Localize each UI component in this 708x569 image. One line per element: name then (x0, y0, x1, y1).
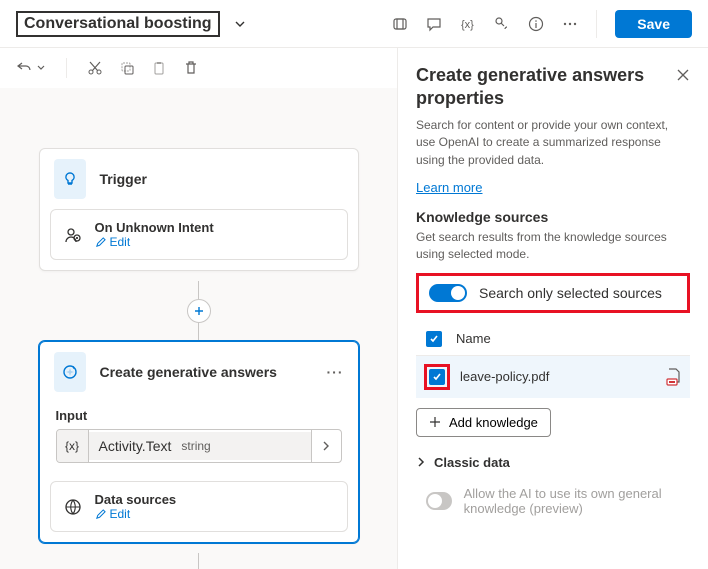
person-icon (63, 225, 83, 245)
connector-line (198, 553, 199, 569)
paste-icon[interactable] (151, 60, 167, 76)
info-icon[interactable] (528, 16, 544, 32)
data-sources-title: Data sources (95, 492, 177, 507)
variable-icon: {x} (57, 430, 89, 462)
copy-icon[interactable] (119, 60, 135, 76)
input-type: string (181, 439, 210, 453)
source-checkbox[interactable] (429, 369, 445, 385)
plus-icon (429, 416, 441, 428)
edit-link[interactable]: Edit (95, 507, 177, 521)
knowledge-sources-sub: Get search results from the knowledge so… (416, 229, 690, 263)
column-name: Name (456, 331, 491, 346)
gen-title: Create generative answers (100, 364, 277, 380)
input-label: Input (56, 408, 342, 423)
allow-ai-toggle (426, 492, 452, 510)
save-button[interactable]: Save (615, 10, 692, 38)
undo-button[interactable] (16, 60, 46, 76)
chevron-right-icon[interactable] (311, 430, 341, 462)
pencil-icon (95, 509, 106, 520)
chevron-right-icon (416, 457, 426, 467)
node-more-button[interactable]: ··· (327, 364, 344, 380)
toggle-label: Search only selected sources (479, 285, 662, 301)
globe-icon (63, 497, 83, 517)
delete-icon[interactable] (183, 60, 199, 76)
variable-icon[interactable]: {x} (460, 16, 476, 32)
more-icon[interactable] (562, 16, 578, 32)
topic-title[interactable]: Conversational boosting (16, 11, 220, 37)
source-filename: leave-policy.pdf (460, 369, 549, 384)
edit-link[interactable]: Edit (95, 235, 214, 249)
generative-answers-node[interactable]: Create generative answers ··· Input {x} … (39, 341, 359, 543)
bulb-icon (54, 159, 86, 199)
divider (596, 10, 597, 38)
panel-description: Search for content or provide your own c… (416, 117, 690, 169)
divider (66, 58, 67, 78)
cut-icon[interactable] (87, 60, 103, 76)
copilot-icon[interactable] (392, 16, 408, 32)
pdf-file-icon (666, 368, 682, 386)
sparkle-icon (54, 352, 86, 392)
svg-text:{x}: {x} (461, 19, 474, 31)
trigger-node[interactable]: Trigger On Unknown Intent Edit (39, 148, 359, 271)
properties-panel: Create generative answers properties Sea… (398, 48, 708, 569)
connector-line (198, 281, 199, 299)
add-node-button[interactable] (187, 299, 211, 323)
knowledge-source-row[interactable]: leave-policy.pdf (416, 356, 690, 398)
chevron-down-icon[interactable] (234, 18, 246, 30)
select-all-checkbox[interactable] (426, 331, 442, 347)
add-knowledge-button[interactable]: Add knowledge (416, 408, 551, 437)
input-field[interactable]: {x} Activity.Text string (56, 429, 342, 463)
search-selected-toggle[interactable] (429, 284, 467, 302)
panel-title: Create generative answers properties (416, 64, 676, 109)
connector-line (198, 323, 199, 341)
pencil-icon (95, 237, 106, 248)
classic-data-expander[interactable]: Classic data (416, 455, 690, 470)
trigger-inner-title: On Unknown Intent (95, 220, 214, 235)
allow-ai-label: Allow the AI to use its own general know… (464, 486, 680, 516)
trigger-title: Trigger (100, 171, 147, 187)
input-variable: Activity.Text (99, 438, 172, 454)
knowledge-sources-heading: Knowledge sources (416, 209, 690, 225)
analytics-icon[interactable] (494, 16, 510, 32)
learn-more-link[interactable]: Learn more (416, 180, 482, 195)
close-icon[interactable] (676, 68, 690, 82)
comment-icon[interactable] (426, 16, 442, 32)
